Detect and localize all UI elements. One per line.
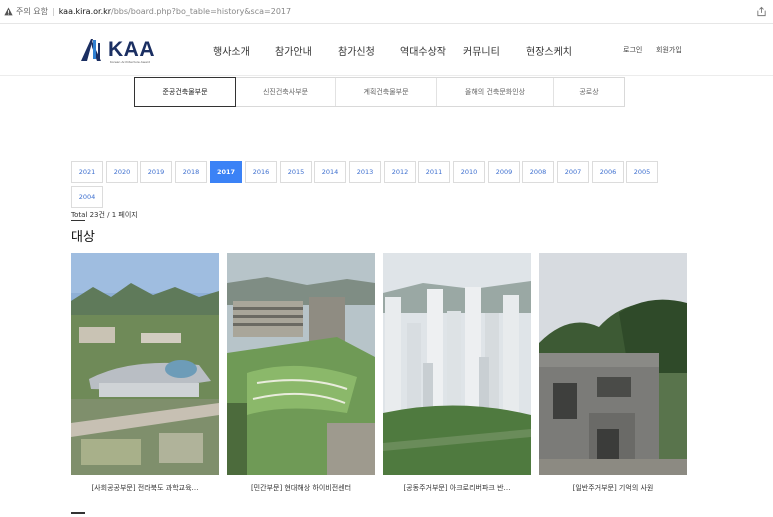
nav-item-participation-guide[interactable]: 참가안내: [275, 43, 312, 58]
year-button[interactable]: 2020: [106, 161, 138, 183]
gallery-card[interactable]: [공동주거부문] 아크로리버파크 반…: [383, 253, 531, 493]
login-link[interactable]: 로그인: [623, 45, 642, 55]
kaa-logo[interactable]: KAA Korean Architecture Award: [78, 37, 158, 65]
card-caption[interactable]: [사회공공부문] 전라북도 과학교육…: [71, 483, 219, 493]
nav-item-event-intro[interactable]: 행사소개: [213, 43, 250, 58]
total-count: Total 23건 / 1 페이지: [71, 211, 138, 219]
security-warning-label[interactable]: 주의 요함: [16, 6, 48, 17]
tab-merit-award[interactable]: 공로상: [554, 78, 624, 106]
gallery-card[interactable]: [일반주거부문] 기억의 사원: [539, 253, 687, 493]
year-button[interactable]: 2016: [245, 161, 277, 183]
kaa-logo-mark-icon: [81, 39, 101, 61]
gallery-card[interactable]: [사회공공부문] 전라북도 과학교육…: [71, 253, 219, 493]
year-button[interactable]: 2014: [314, 161, 346, 183]
logo-text: KAA: [108, 38, 155, 61]
nav-item-past-winners[interactable]: 역대수상작: [400, 43, 446, 58]
year-button[interactable]: 2007: [557, 161, 589, 183]
year-button[interactable]: 2005: [626, 161, 658, 183]
card-thumbnail[interactable]: [539, 253, 687, 475]
year-button[interactable]: 2019: [140, 161, 172, 183]
card-caption[interactable]: [공동주거부문] 아크로리버파크 반…: [383, 483, 531, 493]
section-title: 대상: [71, 230, 95, 245]
year-button[interactable]: 2013: [349, 161, 381, 183]
address-separator: |: [51, 7, 55, 16]
url-host[interactable]: kaa.kira.or.kr: [59, 7, 111, 16]
logo-subtitle: Korean Architecture Award: [110, 60, 150, 64]
tab-young-architects[interactable]: 신진건축사부문: [236, 78, 336, 106]
tab-architecture-culture-person[interactable]: 올해의 건축문화인상: [437, 78, 554, 106]
year-button[interactable]: 2008: [522, 161, 554, 183]
year-button[interactable]: 2004: [71, 186, 103, 208]
nav-item-site-sketch[interactable]: 현장스케치: [526, 43, 572, 58]
year-button[interactable]: 2012: [384, 161, 416, 183]
tab-completed-buildings[interactable]: 준공건축물부문: [134, 77, 236, 107]
year-button[interactable]: 2006: [592, 161, 624, 183]
card-caption[interactable]: [민간부문] 현대해상 하이비전센터: [227, 483, 375, 493]
card-thumbnail[interactable]: [227, 253, 375, 475]
year-button[interactable]: 2009: [488, 161, 520, 183]
gallery-card[interactable]: [민간부문] 현대해상 하이비전센터: [227, 253, 375, 493]
nav-item-apply[interactable]: 참가신청: [338, 43, 375, 58]
card-thumbnail[interactable]: [383, 253, 531, 475]
year-button-active[interactable]: 2017: [210, 161, 242, 183]
bottom-section-marker: [71, 512, 85, 514]
share-icon[interactable]: [756, 6, 767, 17]
category-tabs: 준공건축물부문 신진건축사부문 계획건축물부문 올해의 건축문화인상 공로상: [134, 77, 625, 107]
warning-icon[interactable]: [4, 7, 13, 16]
year-button[interactable]: 2021: [71, 161, 103, 183]
year-button[interactable]: 2011: [418, 161, 450, 183]
card-caption[interactable]: [일반주거부문] 기억의 사원: [539, 483, 687, 493]
year-button[interactable]: 2010: [453, 161, 485, 183]
nav-item-community[interactable]: 커뮤니티: [463, 43, 500, 58]
year-button[interactable]: 2015: [280, 161, 312, 183]
signup-link[interactable]: 회원가입: [656, 45, 682, 55]
total-underline: [71, 220, 85, 221]
site-header: KAA Korean Architecture Award 행사소개 참가안내 …: [0, 24, 773, 76]
tab-planned-buildings[interactable]: 계획건축물부문: [336, 78, 437, 106]
card-thumbnail[interactable]: [71, 253, 219, 475]
year-button[interactable]: 2018: [175, 161, 207, 183]
browser-address-bar[interactable]: 주의 요함 | kaa.kira.or.kr/bbs/board.php?bo_…: [0, 0, 773, 24]
url-path[interactable]: /bbs/board.php?bo_table=history&sca=2017: [111, 7, 291, 16]
